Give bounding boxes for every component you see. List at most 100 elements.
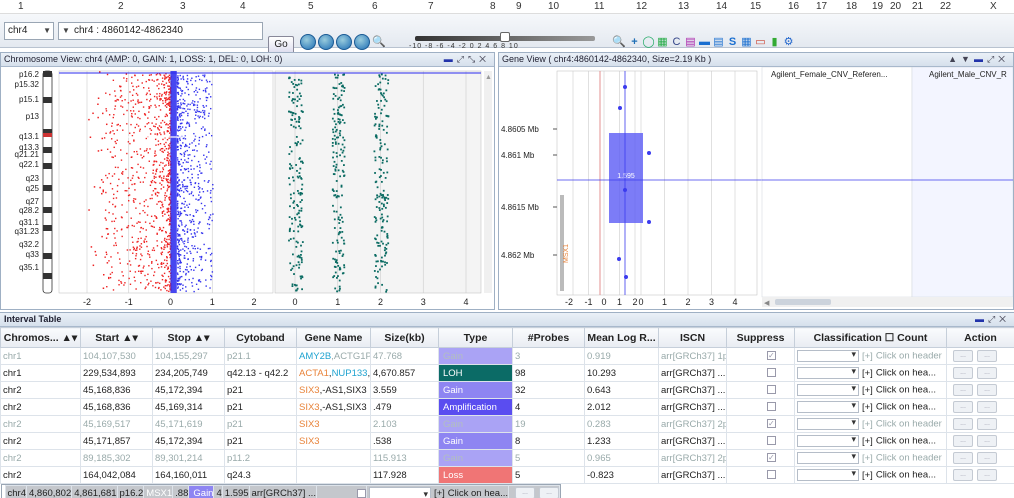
ruler-chromosome-label[interactable]: 20 [890, 1, 901, 12]
cell-classification[interactable]: [+]Click on hea... [794, 381, 947, 399]
ruler-chromosome-label[interactable]: 12 [636, 1, 647, 12]
column-header[interactable]: Chromos... ▲▾ [0, 327, 81, 348]
action-button[interactable]: ... [953, 469, 973, 481]
ruler-chromosome-label[interactable]: 19 [872, 1, 883, 12]
gene-link[interactable]: AMY2B [299, 351, 331, 362]
table-row[interactable]: chr2 45,169,517 45,171,619 p21 SIX3 2.103 Gain… [0, 415, 1014, 433]
gene-link[interactable]: NUP133 [332, 368, 368, 379]
action-button[interactable]: ... [977, 452, 997, 464]
expand-icon[interactable]: ⤢ [988, 314, 999, 324]
count-expand[interactable]: [+] [434, 488, 445, 498]
column-header[interactable]: Cytoband [224, 327, 297, 348]
cell-gene-name[interactable]: MSX1 [143, 485, 174, 498]
panel-window-controls[interactable]: ▬⤢✕ [975, 313, 1010, 326]
cell-classification[interactable]: [+]Click on header [794, 449, 947, 467]
panel-window-controls[interactable]: ▬⤢⤡✕ [444, 53, 490, 66]
chromosome-ideogram[interactable] [42, 70, 53, 294]
sample-icon[interactable]: S [726, 36, 739, 49]
action-button[interactable]: ... [977, 418, 997, 430]
gene-plot[interactable]: 4.8605 Mb4.861 Mb4.8615 Mb4.862 Mb MSX11.… [499, 67, 1013, 309]
close-icon[interactable]: ✕ [998, 54, 1009, 64]
scroll-left-icon[interactable]: ◀ [764, 300, 770, 307]
cell-action[interactable]: ...... [946, 415, 1014, 433]
flag-icon[interactable]: ▭ [754, 36, 767, 49]
classification-dropdown[interactable] [797, 400, 859, 413]
grid-icon[interactable]: ▦ [656, 36, 669, 49]
ruler-chromosome-label[interactable]: 5 [308, 1, 314, 12]
action-button[interactable]: ... [515, 487, 535, 498]
cn-icon[interactable]: C [670, 36, 683, 49]
scroll-right-icon[interactable] [336, 34, 352, 50]
classification-dropdown[interactable] [797, 349, 859, 362]
ruler-chromosome-label[interactable]: 17 [816, 1, 827, 12]
expand-icon[interactable]: ⤢ [457, 54, 468, 64]
cell-suppress[interactable] [315, 485, 367, 498]
scroll-left-fast-icon[interactable] [300, 34, 316, 50]
column-header[interactable]: Action [946, 327, 1014, 348]
count-expand[interactable]: [+] [862, 368, 873, 379]
ruler-chromosome-label[interactable]: 11 [594, 1, 604, 12]
close-icon[interactable]: ✕ [479, 54, 490, 64]
action-button[interactable]: ... [953, 401, 973, 413]
ruler-chromosome-label[interactable]: 22 [940, 1, 951, 12]
suppress-checkbox[interactable]: ✓ [767, 453, 776, 463]
cell-classification[interactable]: [+]Click on hea... [365, 485, 510, 498]
suppress-checkbox[interactable] [767, 385, 776, 395]
ruler-chromosome-label[interactable]: 18 [846, 1, 857, 12]
classification-dropdown[interactable] [797, 451, 859, 464]
ruler-chromosome-label[interactable]: 2 [118, 1, 124, 12]
ruler-chromosome-label[interactable]: 7 [428, 1, 434, 12]
suppress-checkbox[interactable] [767, 436, 776, 446]
comment-icon[interactable]: ◯ [642, 36, 655, 49]
suppress-checkbox[interactable] [767, 470, 776, 480]
action-button[interactable]: ... [977, 401, 997, 413]
action-button[interactable]: ... [953, 350, 973, 362]
cell-classification[interactable]: [+]Click on hea... [794, 364, 947, 382]
collapse-icon[interactable]: ⤡ [468, 54, 479, 64]
gene-link[interactable]: SIX3 [299, 385, 320, 396]
menu-icon[interactable]: ▬ [444, 54, 457, 64]
cell-suppress[interactable]: ✓ [726, 415, 795, 433]
cell-action[interactable]: ...... [946, 381, 1014, 399]
loss-track-icon[interactable]: ▤ [712, 36, 725, 49]
chromosome-select[interactable]: chr4 ▼ [4, 22, 54, 40]
track-column[interactable] [761, 67, 913, 298]
action-button[interactable]: ... [977, 367, 997, 379]
count-expand[interactable]: [+] [862, 470, 873, 481]
cell-action[interactable]: ...... [946, 364, 1014, 382]
scroll-right-fast-icon[interactable] [354, 34, 370, 50]
triangle-up-icon[interactable]: ▲ [948, 54, 961, 64]
menu-icon[interactable]: ▬ [975, 314, 988, 324]
gene-link[interactable]: SIX3 [299, 402, 320, 413]
ruler-chromosome-label[interactable]: 16 [788, 1, 799, 12]
cell-classification[interactable]: [+]Click on header [794, 347, 947, 365]
cell-action[interactable]: ...... [508, 485, 560, 498]
cell-gene-name[interactable]: AMY2B,ACTG1P4 [296, 347, 371, 365]
table-row[interactable]: chr2 89,185,302 89,301,214 p11.2 115.913 Gain… [0, 449, 1014, 467]
count-expand[interactable]: [+] [862, 351, 873, 362]
suppress-checkbox[interactable]: ✓ [767, 351, 776, 361]
cell-suppress[interactable]: ✓ [726, 347, 795, 365]
classification-dropdown[interactable] [797, 434, 859, 447]
ruler-chromosome-label[interactable]: 9 [516, 1, 522, 12]
region-input[interactable]: ▼ chr4 : 4860142-4862340 [58, 22, 263, 40]
cell-classification[interactable]: [+]Click on hea... [794, 432, 947, 450]
cell-gene-name[interactable]: ACTA1,NUP133,A [296, 364, 371, 382]
ruler-chromosome-label[interactable]: 8 [490, 1, 496, 12]
column-header[interactable]: Start ▲▾ [80, 327, 153, 348]
table-icon[interactable]: ▦ [740, 36, 753, 49]
column-header[interactable]: Classification ☐ Count [794, 327, 947, 348]
zoom-in-icon[interactable]: 🔍 [612, 36, 626, 49]
scroll-left-icon[interactable] [318, 34, 334, 50]
gene-plot-area[interactable] [556, 70, 758, 296]
action-button[interactable]: ... [977, 350, 997, 362]
expand-icon[interactable]: ⤢ [987, 54, 998, 64]
scroll-up-icon[interactable]: ▲ [485, 74, 492, 81]
action-button[interactable]: ... [539, 487, 559, 498]
cell-gene-name[interactable]: SIX3 [296, 415, 371, 433]
count-expand[interactable]: [+] [862, 419, 873, 430]
classification-dropdown[interactable] [797, 417, 859, 430]
ruler-chromosome-label[interactable]: X [990, 1, 997, 12]
count-expand[interactable]: [+] [862, 453, 873, 464]
cell-gene-name[interactable] [296, 466, 371, 484]
